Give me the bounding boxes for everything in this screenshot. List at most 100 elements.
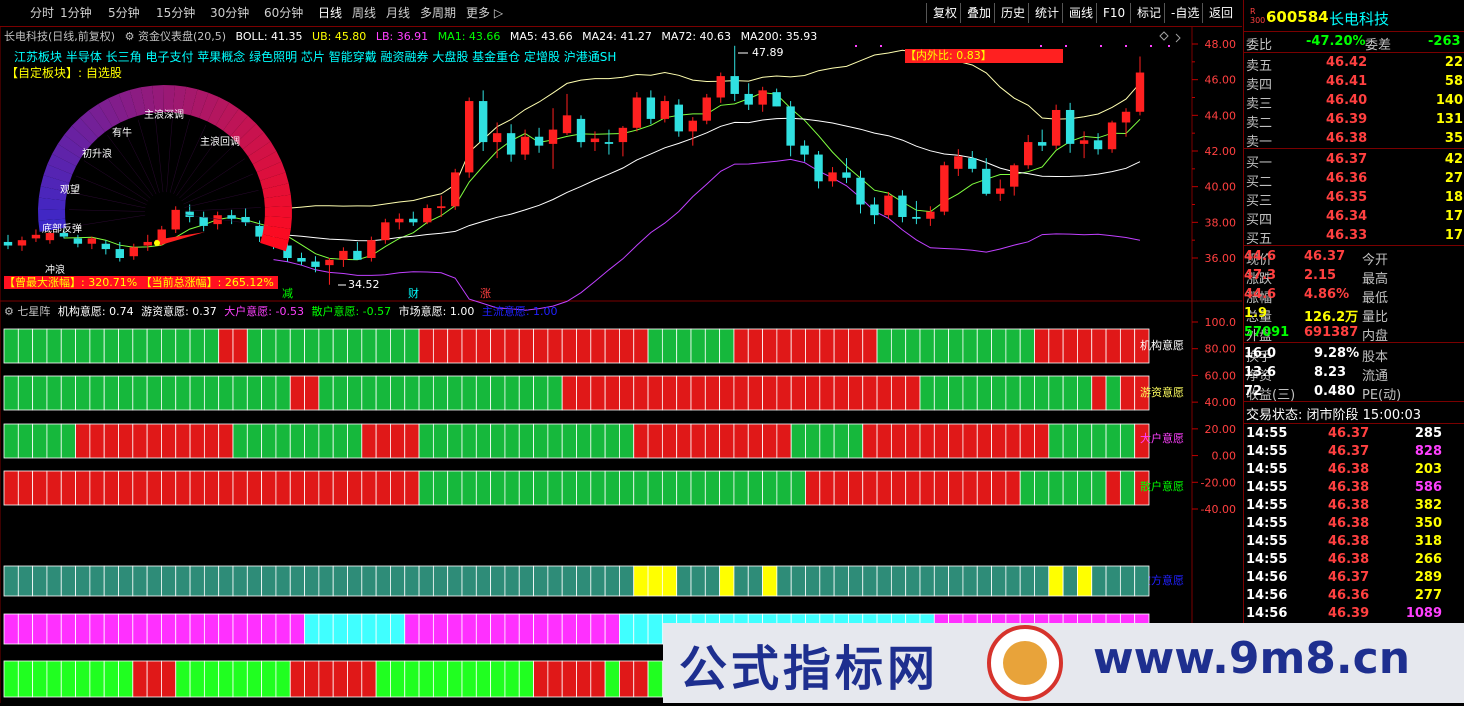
price-tick-label: 48.00 (1205, 38, 1237, 51)
tool-button-7[interactable]: -自选 (1164, 3, 1205, 23)
period-tab-5[interactable]: 60分钟 (264, 4, 303, 21)
period-tab-6[interactable]: 日线 (318, 4, 342, 21)
dh-cell (805, 423, 821, 459)
tool-button-1[interactable]: 叠加 (960, 3, 997, 23)
candle-body (409, 218, 418, 223)
period-tab-4[interactable]: 30分钟 (210, 4, 249, 21)
dh-cell (991, 423, 1007, 459)
period-tab-1[interactable]: 1分钟 (60, 4, 92, 21)
yz-cell (933, 375, 950, 411)
settings-icon[interactable]: ⚙ (125, 30, 135, 43)
kf-cell (1105, 565, 1121, 597)
candle-body (381, 222, 390, 241)
zl-cell (89, 613, 105, 645)
period-tab-7[interactable]: 周线 (352, 4, 376, 21)
period-tab-2[interactable]: 5分钟 (108, 4, 140, 21)
kf-cell (447, 565, 463, 597)
tool-button-2[interactable]: 历史 (994, 3, 1031, 23)
yz-cell (905, 375, 921, 411)
period-tab-0[interactable]: 分时 (30, 4, 54, 21)
jg-cell (862, 328, 878, 364)
zl-cell (3, 613, 19, 645)
sh-cell (747, 470, 763, 506)
dh-cell (647, 423, 663, 459)
zl-cell (518, 613, 534, 645)
zl-cell (75, 613, 91, 645)
weicha-label: 委差 (1365, 38, 1392, 53)
dh-cell (1019, 423, 1035, 459)
tool-button-5[interactable]: F10 (1096, 3, 1131, 23)
tool-button-6[interactable]: 标记 (1130, 3, 1167, 23)
sub-title[interactable]: 七星阵 (17, 305, 50, 318)
tick-row-1: 14:55 46.37 828 (1244, 443, 1464, 462)
candle-body (562, 115, 572, 134)
jg-cell (561, 328, 577, 364)
kf-cell (690, 565, 706, 597)
yz-cell (32, 375, 48, 411)
yz-cell (289, 375, 305, 411)
jg-cell (161, 328, 177, 364)
bid-row-4: 买五 46.33 17 (1244, 227, 1464, 247)
period-tab-10[interactable]: 更多 ▷ (466, 4, 503, 21)
sub-tick-label: 80.00 (1205, 343, 1237, 356)
sc-cell (232, 660, 248, 698)
sh-cell (919, 470, 935, 506)
kf-cell (203, 565, 220, 597)
sc-cell (3, 660, 19, 698)
kf-cell (890, 565, 907, 597)
gauge-spoke (137, 119, 160, 193)
dh-cell (1062, 423, 1078, 459)
stat-value: 44.6 (1244, 249, 1277, 264)
kf-cell (991, 565, 1007, 597)
zl-cell (289, 613, 305, 645)
gauge-label: 初升浪 (82, 147, 112, 160)
zl-cell (161, 613, 177, 645)
price-tick-label: 42.00 (1205, 145, 1237, 158)
period-tab-3[interactable]: 15分钟 (156, 4, 195, 21)
bid-price: 46.37 (1326, 152, 1368, 167)
settings-icon[interactable]: ⚙ (4, 305, 14, 318)
tool-button-3[interactable]: 统计 (1028, 3, 1065, 23)
sc-cell (576, 660, 592, 698)
yz-cell (60, 375, 76, 411)
period-tab-9[interactable]: 多周期 (420, 4, 456, 21)
tool-button-4[interactable]: 画线 (1062, 3, 1099, 23)
sh-cell (490, 470, 506, 506)
tick-price: 46.38 (1328, 534, 1370, 549)
candle-body (996, 188, 1005, 194)
yz-cell (17, 375, 34, 411)
kf-cell (232, 565, 248, 597)
period-tab-8[interactable]: 月线 (386, 4, 410, 21)
yz-cell (533, 375, 549, 411)
kf-cell (719, 565, 735, 597)
signal-dot (1150, 45, 1152, 47)
kf-cell (1019, 565, 1035, 597)
dh-cell (475, 423, 492, 459)
tool-button-8[interactable]: 返回 (1202, 3, 1239, 23)
dh-cell (175, 423, 191, 459)
yz-cell (504, 375, 520, 411)
sh-cell (518, 470, 534, 506)
stat-value: 1.9 (1244, 306, 1268, 321)
dh-cell (905, 423, 921, 459)
high-price-label: 47.89 (752, 46, 784, 59)
kf-cell (576, 565, 592, 597)
sub-tick-label: 60.00 (1205, 369, 1237, 382)
yz-cell (361, 375, 377, 411)
kf-cell (547, 565, 563, 597)
tool-button-0[interactable]: 复权 (926, 3, 963, 23)
kf-cell (275, 565, 291, 597)
jg-cell (17, 328, 34, 364)
tick-row-10: 14:56 46.39 1089 (1244, 605, 1464, 624)
matrix-row-label: 机构意愿 (1140, 338, 1184, 352)
stat-value: 16.0 (1244, 346, 1277, 361)
tick-time: 14:56 (1246, 588, 1288, 603)
sh-cell (776, 470, 792, 506)
dh-value: 大户意愿: -0.53 (224, 305, 304, 318)
gauge-hub (154, 240, 160, 246)
quote-header: R 300 600584 长电科技 (1244, 7, 1464, 29)
indicator-name[interactable]: 资金仪表盘(20,5) (138, 30, 226, 43)
sh-cell (1019, 470, 1035, 506)
sc-cell (561, 660, 577, 698)
sh-cell (733, 470, 749, 506)
